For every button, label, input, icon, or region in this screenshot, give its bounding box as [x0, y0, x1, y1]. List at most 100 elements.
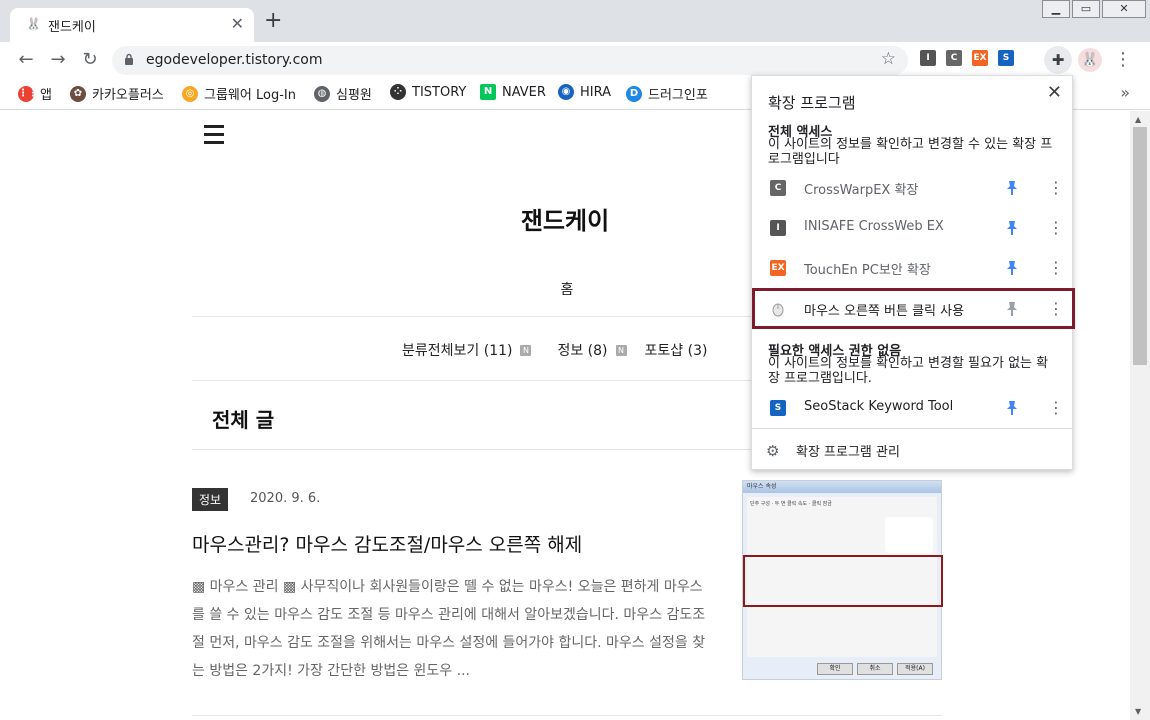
- scrollbar-thumb[interactable]: [1133, 127, 1147, 365]
- profile-avatar[interactable]: 🐰: [1078, 48, 1102, 72]
- toolbar-extensions: I C EX S: [920, 50, 1014, 66]
- thumb-ok: 확인: [817, 663, 853, 675]
- manage-extensions-link: 확장 프로그램 관리: [796, 445, 900, 460]
- globe-icon: ◍: [314, 85, 330, 102]
- manage-extensions-row[interactable]: ⚙ 확장 프로그램 관리: [752, 428, 1072, 470]
- category-label: 정보 (8): [557, 343, 608, 359]
- new-tab-button[interactable]: +: [264, 10, 282, 32]
- extension-row-touchen[interactable]: EX TouchEn PC보안 확장 ⋮: [752, 248, 1072, 288]
- bookmark-label: TISTORY: [412, 84, 467, 100]
- druginfo-icon: D: [626, 85, 642, 102]
- bookmark-star-icon[interactable]: ☆: [881, 49, 896, 69]
- extension-more-icon[interactable]: ⋮: [1048, 178, 1064, 197]
- new-badge: N: [615, 344, 627, 356]
- pin-icon[interactable]: [1006, 400, 1018, 416]
- bookmark-tistory[interactable]: ⁘ TISTORY: [390, 84, 466, 100]
- bookmark-druginfo[interactable]: D 드러그인포: [626, 84, 708, 103]
- thumb-dialog-buttons: 확인 취소 적용(A): [817, 663, 933, 675]
- tab-strip: 🐰 잰드케이 ✕ + ▁ ▭ ✕: [0, 0, 1150, 42]
- extension-name: SeoStack Keyword Tool: [804, 399, 954, 414]
- bookmark-label: 앱: [40, 88, 52, 103]
- category-label: 분류전체보기 (11): [402, 343, 513, 359]
- address-bar[interactable]: egodeveloper.tistory.com ☆: [112, 46, 908, 75]
- popup-title: 확장 프로그램: [768, 94, 856, 112]
- tab-active[interactable]: 🐰 잰드케이 ✕: [10, 8, 254, 42]
- gear-icon: ⚙: [766, 442, 780, 460]
- popup-close-icon[interactable]: ✕: [1047, 82, 1062, 103]
- bookmark-hira[interactable]: ◉ HIRA: [558, 84, 611, 100]
- chrome-menu-icon[interactable]: ⋮: [1114, 48, 1132, 72]
- thumb-highlight-box: [743, 555, 943, 607]
- category-photoshop[interactable]: 포토샵 (3): [645, 340, 708, 360]
- crosswarp-icon: C: [770, 180, 786, 196]
- bookmark-label: 심평원: [336, 88, 372, 103]
- bookmarks-overflow-icon[interactable]: »: [1120, 83, 1130, 102]
- extension-name: INISAFE CrossWeb EX: [804, 219, 944, 234]
- back-button[interactable]: ←: [14, 48, 38, 72]
- post-title-link[interactable]: 마우스관리? 마우스 감도조절/마우스 오른쪽 해제: [192, 530, 582, 557]
- no-access-description: 이 사이트의 정보를 확인하고 변경할 필요가 없는 확장 프로그램입니다.: [768, 356, 1049, 386]
- url-text[interactable]: egodeveloper.tistory.com: [146, 52, 322, 68]
- mouse-image-icon: [885, 517, 933, 553]
- inisafe-extension-icon[interactable]: I: [920, 50, 936, 66]
- browser-toolbar: ← → ↻ egodeveloper.tistory.com ☆ I C EX …: [0, 42, 1150, 78]
- bookmark-hira-kr[interactable]: ◍ 심평원: [314, 84, 372, 103]
- crosswarp-extension-icon[interactable]: C: [946, 50, 962, 66]
- thumb-window-title: 마우스 속성: [743, 481, 941, 493]
- tab-close-icon[interactable]: ✕: [231, 14, 244, 33]
- bookmark-label: NAVER: [502, 84, 546, 100]
- extension-name: CrossWarpEX 확장: [804, 183, 919, 198]
- category-label: 포토샵 (3): [644, 343, 708, 359]
- pin-icon[interactable]: [1006, 220, 1018, 236]
- forward-button[interactable]: →: [46, 48, 70, 72]
- pin-icon[interactable]: [1006, 260, 1018, 276]
- apps-grid-icon: ⋮⋮: [18, 85, 38, 102]
- tistory-icon: ⁘: [390, 84, 406, 100]
- tab-title: 잰드케이: [48, 20, 96, 35]
- reload-button[interactable]: ↻: [78, 48, 102, 72]
- bookmark-apps[interactable]: ⋮⋮ 앱: [18, 84, 52, 103]
- extension-more-icon[interactable]: ⋮: [1048, 258, 1064, 277]
- hamburger-menu-icon[interactable]: [204, 125, 224, 149]
- highlight-annotation-box: [752, 288, 1075, 329]
- scroll-down-arrow-icon[interactable]: ▼: [1135, 707, 1141, 716]
- extension-row-crosswarp[interactable]: C CrossWarpEX 확장 ⋮: [752, 168, 1072, 208]
- extensions-popup: 확장 프로그램 ✕ 전체 액세스 이 사이트의 정보를 확인하고 변경할 수 있…: [751, 75, 1075, 470]
- bookmark-kakaoplus[interactable]: ✿ 카카오플러스: [70, 84, 164, 103]
- post-date: 2020. 9. 6.: [250, 491, 321, 506]
- scroll-up-arrow-icon[interactable]: ▲: [1135, 115, 1141, 124]
- hira-icon: ◉: [558, 84, 574, 100]
- divider: [192, 715, 942, 716]
- post-excerpt[interactable]: ▩ 마우스 관리 ▩ 사무직이나 회사원들이랑은 뗄 수 없는 마우스! 오늘은…: [192, 573, 712, 685]
- thumb-apply: 적용(A): [897, 663, 933, 675]
- pin-icon[interactable]: [1006, 180, 1018, 196]
- full-access-description: 이 사이트의 정보를 확인하고 변경할 수 있는 확장 프로그램입니다: [768, 137, 1053, 167]
- bookmark-naver[interactable]: N NAVER: [480, 84, 546, 100]
- bookmark-groupware[interactable]: ◎ 그룹웨어 Log-In: [182, 84, 296, 103]
- touchen-icon: EX: [770, 260, 786, 276]
- category-info[interactable]: 정보 (8) N: [557, 340, 627, 360]
- inisafe-icon: I: [770, 220, 786, 236]
- window-close-button[interactable]: ✕: [1102, 0, 1146, 18]
- extensions-puzzle-icon[interactable]: ✚: [1044, 46, 1072, 74]
- post-category-badge[interactable]: 정보: [192, 488, 229, 511]
- category-all[interactable]: 분류전체보기 (11) N: [402, 340, 532, 360]
- groupware-icon: ◎: [182, 85, 198, 102]
- seostack-extension-icon[interactable]: S: [998, 50, 1014, 66]
- window-controls: ▁ ▭ ✕: [1042, 0, 1146, 18]
- extension-row-inisafe[interactable]: I INISAFE CrossWeb EX ⋮: [752, 208, 1072, 248]
- minimize-button[interactable]: ▁: [1042, 0, 1070, 18]
- bookmark-label: 그룹웨어 Log-In: [204, 88, 296, 103]
- lock-icon: [125, 53, 133, 65]
- tab-favicon-icon: 🐰: [26, 17, 41, 31]
- page-scrollbar[interactable]: ▲ ▼: [1130, 111, 1150, 720]
- post-thumbnail[interactable]: 마우스 속성 단추 구성 · 두 번 클릭 속도 · 클릭 잠금 확인 취소 적…: [742, 480, 943, 680]
- extension-more-icon[interactable]: ⋮: [1048, 218, 1064, 237]
- extension-more-icon[interactable]: ⋮: [1048, 398, 1064, 417]
- bookmark-label: 드러그인포: [648, 88, 708, 103]
- seostack-icon: S: [770, 400, 786, 416]
- category-nav: 분류전체보기 (11) N 정보 (8) N 포토샵 (3): [402, 340, 717, 360]
- maximize-button[interactable]: ▭: [1072, 0, 1100, 18]
- extension-row-seostack[interactable]: S SeoStack Keyword Tool ⋮: [752, 388, 1072, 428]
- touchen-extension-icon[interactable]: EX: [972, 50, 988, 66]
